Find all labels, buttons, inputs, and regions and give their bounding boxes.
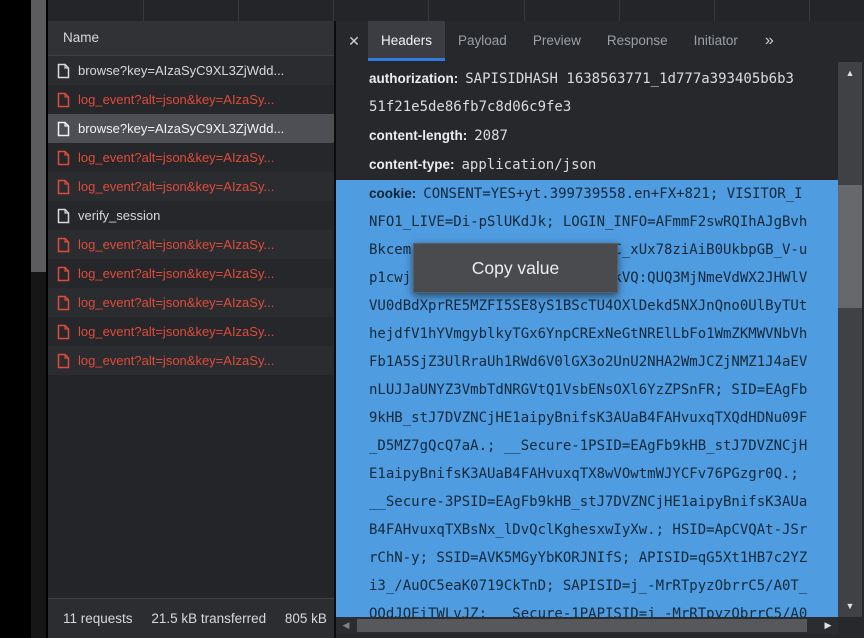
more-tabs-icon[interactable]: »: [757, 21, 782, 61]
request-row-log-event[interactable]: log_event?alt=json&key=AIzaSy...: [48, 230, 334, 259]
details-vertical-scrollbar[interactable]: ▲ ▼: [838, 62, 862, 617]
file-icon: [57, 237, 70, 253]
transferred-size: 21.5 kB transferred: [151, 611, 266, 626]
header-name: authorization:: [369, 71, 458, 86]
cookie-value-line: B4FAHvuxqTXBsNx_lDvQclKghesxwIyXw.; HSID…: [369, 516, 838, 544]
request-name: browse?key=AIzaSyC9XL3ZjWdd...: [78, 121, 284, 136]
header-value: application/json: [462, 157, 597, 173]
request-row-verify-session[interactable]: verify_session: [48, 201, 334, 230]
cookie-value-line: hejdfV1hYVmgyblkyTGx6YnpCRExNeGtNRElLbFo…: [369, 320, 838, 348]
request-row-browse-selected[interactable]: browse?key=AIzaSyC9XL3ZjWdd...: [48, 114, 334, 143]
request-row-log-event[interactable]: log_event?alt=json&key=AIzaSy...: [48, 172, 334, 201]
scroll-right-icon[interactable]: ▶: [820, 617, 836, 634]
request-name: log_event?alt=json&key=AIzaSy...: [78, 353, 274, 368]
file-icon: [57, 150, 70, 166]
cookie-value-line: _D5MZ7gQcQ7aA.; __Secure-1PSID=EAgFb9kHB…: [369, 432, 838, 460]
file-icon: [57, 179, 70, 195]
overview-gridline: [524, 0, 525, 21]
file-icon: [57, 121, 70, 137]
request-name: browse?key=AIzaSyC9XL3ZjWdd...: [78, 63, 284, 78]
overview-gridline: [428, 0, 429, 21]
file-icon: [57, 266, 70, 282]
request-name: log_event?alt=json&key=AIzaSy...: [78, 150, 274, 165]
header-row-authorization: authorization: SAPISIDHASH 1638563771_1d7…: [336, 65, 838, 121]
file-icon: [57, 324, 70, 340]
request-name: log_event?alt=json&key=AIzaSy...: [78, 92, 274, 107]
copy-value-label: Copy value: [472, 258, 560, 279]
tab-response[interactable]: Response: [594, 21, 681, 61]
details-horizontal-scrollbar[interactable]: ◀ ▶: [336, 617, 838, 634]
headers-list: authorization: SAPISIDHASH 1638563771_1d7…: [336, 61, 838, 638]
header-row-content-length: content-length: 2087: [336, 122, 838, 150]
cookie-value-line: E1aipyBnifsK3AUaB4FAHvuxqTX8wVOwtmWJYCFv…: [369, 460, 838, 488]
scroll-up-icon[interactable]: ▲: [838, 64, 862, 82]
request-row-log-event[interactable]: log_event?alt=json&key=AIzaSy...: [48, 85, 334, 114]
overview-gridline: [714, 0, 715, 21]
network-summary-bar: 11 requests 21.5 kB transferred 805 kB: [48, 598, 334, 638]
tab-payload[interactable]: Payload: [445, 21, 520, 61]
overview-gridline: [143, 0, 144, 21]
request-row-browse[interactable]: browse?key=AIzaSyC9XL3ZjWdd...: [48, 56, 334, 85]
request-name: log_event?alt=json&key=AIzaSy...: [78, 295, 274, 310]
request-details-panel: ✕ Headers Payload Preview Response Initi…: [336, 21, 864, 638]
overview-gridline: [238, 0, 239, 21]
file-icon: [57, 353, 70, 369]
header-row-content-type: content-type: application/json: [336, 151, 838, 179]
request-name: log_event?alt=json&key=AIzaSy...: [78, 324, 274, 339]
request-name: verify_session: [78, 208, 160, 223]
request-row-log-event[interactable]: log_event?alt=json&key=AIzaSy...: [48, 346, 334, 375]
file-icon: [57, 295, 70, 311]
cookie-value-line: __Secure-3PSID=EAgFb9kHB_stJ7DVZNCjHE1ai…: [369, 488, 838, 516]
file-icon: [57, 92, 70, 108]
overview-gridline: [333, 0, 334, 21]
cookie-value-line: nLUJJaUNYZ3VmbTdNRGVtQ1VsbENsOXl6YzZPSnF…: [369, 376, 838, 404]
cookie-value-line: i3_/AuOC5eaK0719CkTnD; SAPISID=j_-MrRTpy…: [369, 572, 838, 600]
resources-size: 805 kB: [285, 611, 327, 626]
context-menu-copy-value[interactable]: Copy value: [413, 243, 618, 293]
tab-headers[interactable]: Headers: [368, 21, 445, 61]
overview-gridline: [809, 0, 810, 21]
horizontal-scrollbar-thumb[interactable]: [357, 619, 807, 632]
request-row-log-event[interactable]: log_event?alt=json&key=AIzaSy...: [48, 259, 334, 288]
scroll-left-icon[interactable]: ◀: [338, 617, 354, 634]
overview-gridline: [619, 0, 620, 21]
file-icon: [57, 63, 70, 79]
request-name: log_event?alt=json&key=AIzaSy...: [78, 179, 274, 194]
request-row-log-event[interactable]: log_event?alt=json&key=AIzaSy...: [48, 317, 334, 346]
cookie-value-line: NFO1_LIVE=Di-pSlUKdJk; LOGIN_INFO=AFmmF2…: [369, 208, 838, 236]
tab-preview[interactable]: Preview: [520, 21, 594, 61]
column-header-name[interactable]: Name: [48, 21, 334, 56]
header-value: 2087: [474, 128, 508, 144]
file-icon: [57, 208, 70, 224]
details-tabbar: ✕ Headers Payload Preview Response Initi…: [336, 21, 864, 61]
tab-initiator[interactable]: Initiator: [681, 21, 751, 61]
request-name: log_event?alt=json&key=AIzaSy...: [78, 266, 274, 281]
request-row-log-event[interactable]: log_event?alt=json&key=AIzaSy...: [48, 288, 334, 317]
cookie-value-line: rChN-y; SSID=AVK5MGyYbKORJNIfS; APISID=q…: [369, 544, 838, 572]
header-name: content-length:: [369, 128, 467, 143]
header-name: cookie:: [369, 186, 416, 201]
request-count: 11 requests: [63, 611, 133, 626]
cookie-value-line: VU0dBdXprRE5MZFI5SE8yS1BScTU4OXlDekd5NXJ…: [369, 292, 838, 320]
request-row-log-event[interactable]: log_event?alt=json&key=AIzaSy...: [48, 143, 334, 172]
cookie-value-line: Fb1A5SjZ3UlRraUh1RWd6V0lGX3o2UnU2NHA2WmJ…: [369, 348, 838, 376]
scroll-down-icon[interactable]: ▼: [838, 597, 862, 615]
header-name: content-type:: [369, 157, 455, 172]
network-requests-panel: Name browse?key=AIzaSyC9XL3ZjWdd... log_…: [48, 21, 334, 638]
request-name: log_event?alt=json&key=AIzaSy...: [78, 237, 274, 252]
cookie-value-line: 9kHB_stJ7DVZNCjHE1aipyBnifsK3AUaB4FAHvux…: [369, 404, 838, 432]
header-value: SAPISIDHASH 1638563771_1d777a393405b6b3: [465, 71, 794, 87]
header-value: 51f21e5de86fb7c8d06c9fe3: [369, 93, 838, 121]
close-icon[interactable]: ✕: [340, 21, 368, 61]
header-value: CONSENT=YES+yt.399739558.en+FX+821; VISI…: [423, 186, 802, 202]
vertical-scrollbar-thumb[interactable]: [838, 185, 862, 308]
page-scrollbar-thumb[interactable]: [31, 0, 46, 272]
network-overview-strip: [48, 0, 864, 22]
